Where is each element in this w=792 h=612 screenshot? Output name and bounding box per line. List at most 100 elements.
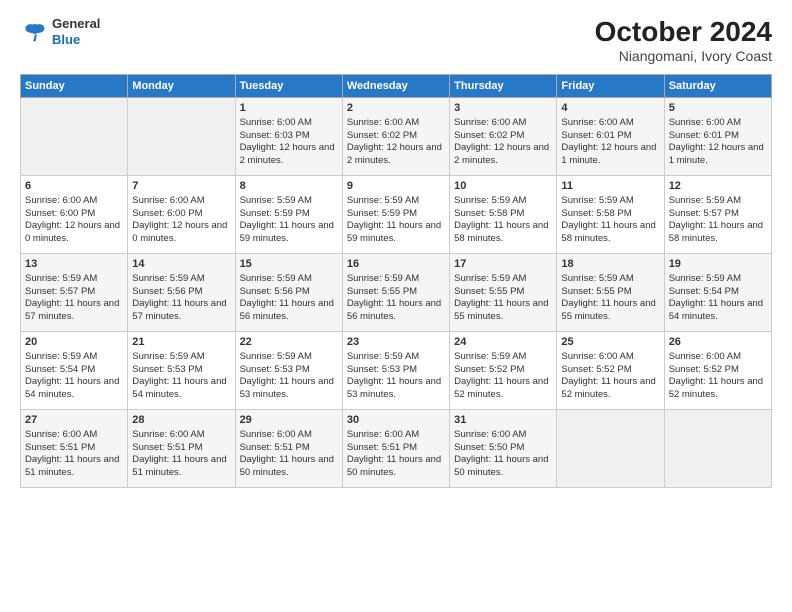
day-number: 28 [132, 413, 230, 428]
daylight-text: Daylight: 11 hours and 59 minutes. [347, 220, 445, 246]
calendar-cell: 30Sunrise: 6:00 AMSunset: 5:51 PMDayligh… [342, 410, 449, 488]
daylight-text: Daylight: 11 hours and 55 minutes. [454, 298, 552, 324]
calendar-cell: 2Sunrise: 6:00 AMSunset: 6:02 PMDaylight… [342, 98, 449, 176]
calendar-cell: 16Sunrise: 5:59 AMSunset: 5:55 PMDayligh… [342, 254, 449, 332]
day-of-week-header: Thursday [450, 75, 557, 98]
logo: General Blue [20, 16, 100, 47]
sunset-text: Sunset: 5:50 PM [454, 442, 552, 455]
calendar-cell [128, 98, 235, 176]
sunset-text: Sunset: 6:01 PM [561, 130, 659, 143]
title-block: October 2024 Niangomani, Ivory Coast [595, 16, 772, 64]
calendar-cell: 13Sunrise: 5:59 AMSunset: 5:57 PMDayligh… [21, 254, 128, 332]
daylight-text: Daylight: 11 hours and 53 minutes. [240, 376, 338, 402]
sunrise-text: Sunrise: 5:59 AM [454, 195, 552, 208]
sunset-text: Sunset: 5:59 PM [347, 208, 445, 221]
sunset-text: Sunset: 5:51 PM [132, 442, 230, 455]
sunset-text: Sunset: 5:56 PM [132, 286, 230, 299]
day-number: 1 [240, 101, 338, 116]
day-number: 8 [240, 179, 338, 194]
day-number: 11 [561, 179, 659, 194]
calendar-cell: 9Sunrise: 5:59 AMSunset: 5:59 PMDaylight… [342, 176, 449, 254]
calendar-cell: 20Sunrise: 5:59 AMSunset: 5:54 PMDayligh… [21, 332, 128, 410]
daylight-text: Daylight: 11 hours and 54 minutes. [132, 376, 230, 402]
sunrise-text: Sunrise: 6:00 AM [454, 429, 552, 442]
daylight-text: Daylight: 11 hours and 57 minutes. [25, 298, 123, 324]
sunrise-text: Sunrise: 5:59 AM [347, 273, 445, 286]
day-number: 20 [25, 335, 123, 350]
calendar-cell: 15Sunrise: 5:59 AMSunset: 5:56 PMDayligh… [235, 254, 342, 332]
calendar-cell [664, 410, 771, 488]
calendar-week-row: 6Sunrise: 6:00 AMSunset: 6:00 PMDaylight… [21, 176, 772, 254]
calendar-cell: 11Sunrise: 5:59 AMSunset: 5:58 PMDayligh… [557, 176, 664, 254]
day-number: 10 [454, 179, 552, 194]
sunset-text: Sunset: 5:58 PM [561, 208, 659, 221]
day-number: 3 [454, 101, 552, 116]
sunrise-text: Sunrise: 6:00 AM [561, 117, 659, 130]
sunrise-text: Sunrise: 5:59 AM [669, 195, 767, 208]
daylight-text: Daylight: 12 hours and 0 minutes. [132, 220, 230, 246]
day-number: 22 [240, 335, 338, 350]
sunrise-text: Sunrise: 6:00 AM [347, 117, 445, 130]
calendar-cell: 24Sunrise: 5:59 AMSunset: 5:52 PMDayligh… [450, 332, 557, 410]
logo-text-blue: Blue [52, 32, 100, 48]
calendar-cell: 17Sunrise: 5:59 AMSunset: 5:55 PMDayligh… [450, 254, 557, 332]
sunset-text: Sunset: 5:58 PM [454, 208, 552, 221]
sunset-text: Sunset: 6:00 PM [25, 208, 123, 221]
calendar-cell: 8Sunrise: 5:59 AMSunset: 5:59 PMDaylight… [235, 176, 342, 254]
sunset-text: Sunset: 5:51 PM [347, 442, 445, 455]
day-number: 30 [347, 413, 445, 428]
daylight-text: Daylight: 11 hours and 50 minutes. [347, 454, 445, 480]
sunset-text: Sunset: 5:54 PM [25, 364, 123, 377]
sunset-text: Sunset: 5:53 PM [132, 364, 230, 377]
calendar-cell: 23Sunrise: 5:59 AMSunset: 5:53 PMDayligh… [342, 332, 449, 410]
day-number: 23 [347, 335, 445, 350]
sunrise-text: Sunrise: 6:00 AM [132, 195, 230, 208]
calendar-cell: 18Sunrise: 5:59 AMSunset: 5:55 PMDayligh… [557, 254, 664, 332]
daylight-text: Daylight: 12 hours and 0 minutes. [25, 220, 123, 246]
day-number: 25 [561, 335, 659, 350]
day-number: 24 [454, 335, 552, 350]
sunset-text: Sunset: 5:51 PM [240, 442, 338, 455]
logo-text-general: General [52, 16, 100, 32]
calendar-cell: 14Sunrise: 5:59 AMSunset: 5:56 PMDayligh… [128, 254, 235, 332]
daylight-text: Daylight: 12 hours and 1 minute. [669, 142, 767, 168]
day-number: 29 [240, 413, 338, 428]
day-number: 9 [347, 179, 445, 194]
sunset-text: Sunset: 5:54 PM [669, 286, 767, 299]
calendar-cell: 19Sunrise: 5:59 AMSunset: 5:54 PMDayligh… [664, 254, 771, 332]
logo-icon [20, 21, 48, 43]
calendar-cell: 21Sunrise: 5:59 AMSunset: 5:53 PMDayligh… [128, 332, 235, 410]
calendar-cell: 6Sunrise: 6:00 AMSunset: 6:00 PMDaylight… [21, 176, 128, 254]
calendar-cell [21, 98, 128, 176]
day-number: 6 [25, 179, 123, 194]
page-title: October 2024 [595, 16, 772, 48]
sunrise-text: Sunrise: 6:00 AM [561, 351, 659, 364]
calendar-cell [557, 410, 664, 488]
day-number: 21 [132, 335, 230, 350]
sunrise-text: Sunrise: 5:59 AM [132, 351, 230, 364]
day-number: 27 [25, 413, 123, 428]
calendar-cell: 4Sunrise: 6:00 AMSunset: 6:01 PMDaylight… [557, 98, 664, 176]
calendar-cell: 5Sunrise: 6:00 AMSunset: 6:01 PMDaylight… [664, 98, 771, 176]
sunset-text: Sunset: 5:57 PM [669, 208, 767, 221]
sunrise-text: Sunrise: 6:00 AM [25, 429, 123, 442]
daylight-text: Daylight: 12 hours and 1 minute. [561, 142, 659, 168]
day-number: 19 [669, 257, 767, 272]
sunset-text: Sunset: 6:03 PM [240, 130, 338, 143]
sunset-text: Sunset: 5:53 PM [347, 364, 445, 377]
calendar-cell: 26Sunrise: 6:00 AMSunset: 5:52 PMDayligh… [664, 332, 771, 410]
daylight-text: Daylight: 11 hours and 50 minutes. [240, 454, 338, 480]
sunset-text: Sunset: 5:59 PM [240, 208, 338, 221]
calendar-week-row: 27Sunrise: 6:00 AMSunset: 5:51 PMDayligh… [21, 410, 772, 488]
sunset-text: Sunset: 5:52 PM [561, 364, 659, 377]
sunrise-text: Sunrise: 5:59 AM [25, 351, 123, 364]
sunset-text: Sunset: 5:52 PM [454, 364, 552, 377]
calendar-cell: 3Sunrise: 6:00 AMSunset: 6:02 PMDaylight… [450, 98, 557, 176]
daylight-text: Daylight: 11 hours and 50 minutes. [454, 454, 552, 480]
day-number: 5 [669, 101, 767, 116]
daylight-text: Daylight: 11 hours and 54 minutes. [25, 376, 123, 402]
calendar-cell: 22Sunrise: 5:59 AMSunset: 5:53 PMDayligh… [235, 332, 342, 410]
daylight-text: Daylight: 11 hours and 52 minutes. [561, 376, 659, 402]
day-of-week-header: Monday [128, 75, 235, 98]
calendar-cell: 29Sunrise: 6:00 AMSunset: 5:51 PMDayligh… [235, 410, 342, 488]
